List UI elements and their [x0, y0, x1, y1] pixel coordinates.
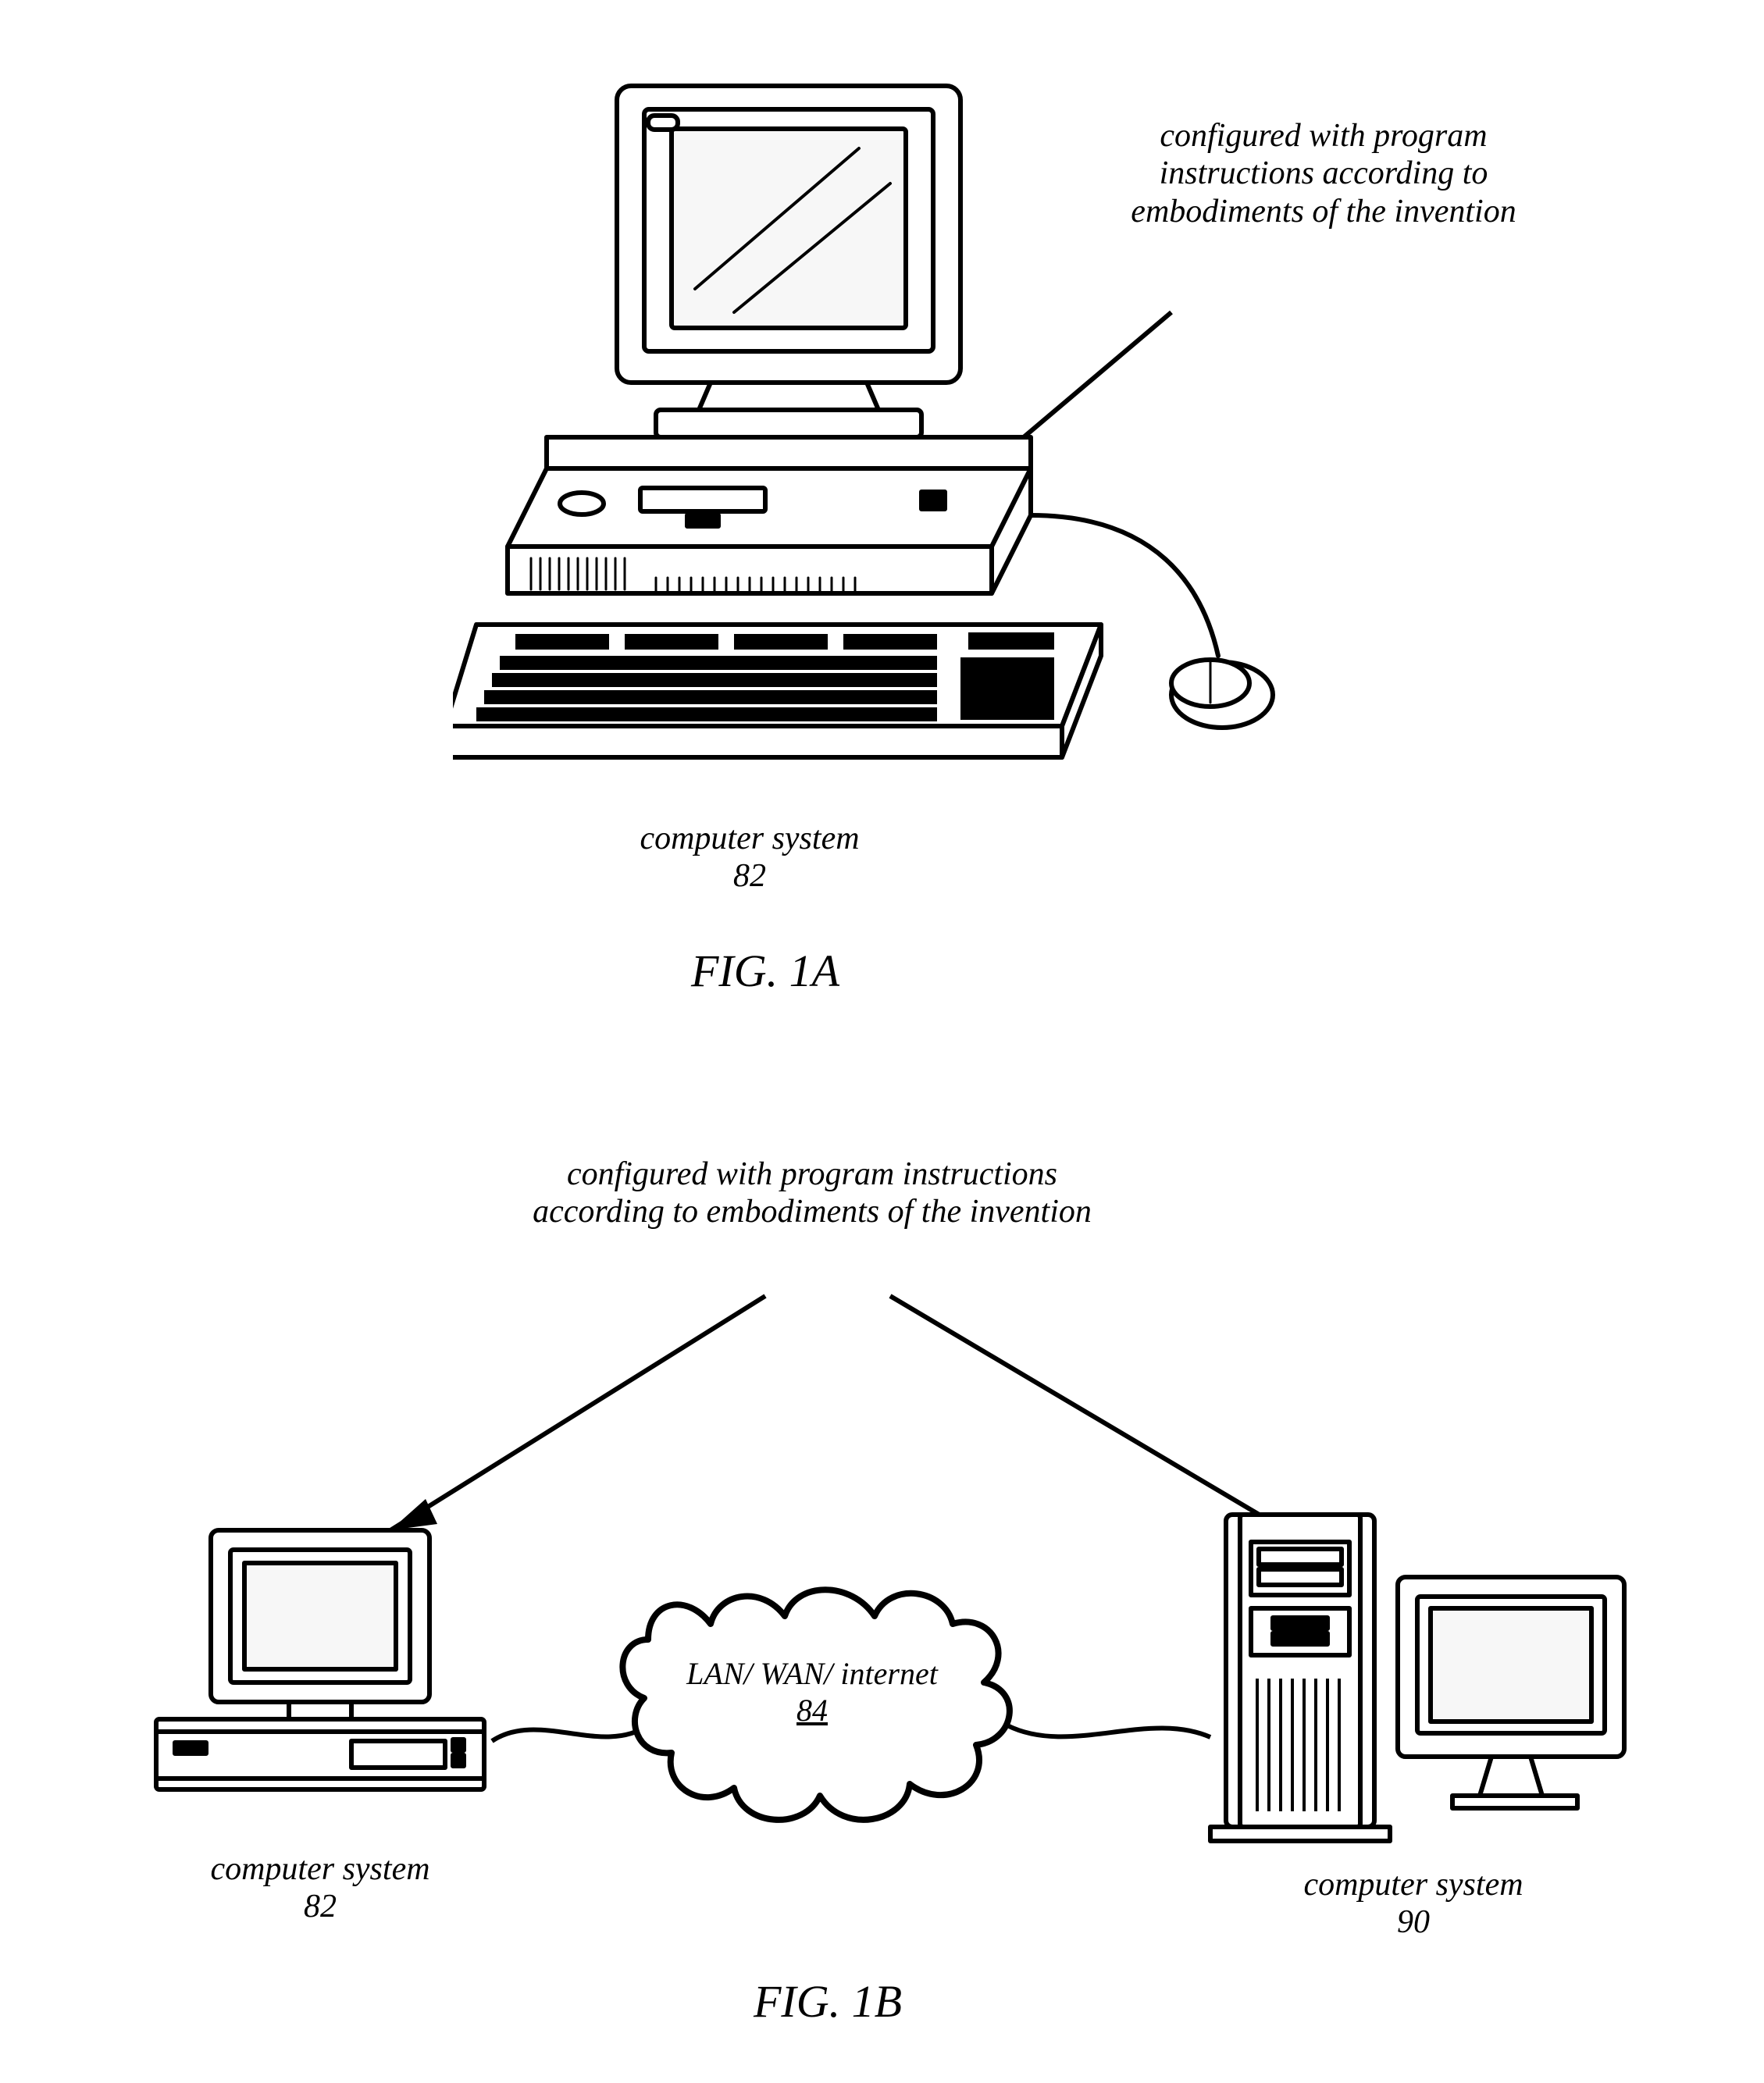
fig1b-left-label: computer system	[164, 1850, 476, 1888]
fig1b-cloud-ref: 84	[648, 1692, 976, 1729]
fig1b-right-cable	[1000, 1702, 1218, 1764]
fig1b-left-ref: 82	[164, 1888, 476, 1925]
fig1b-cloud-text: LAN/ WAN/ internet 84	[648, 1655, 976, 1729]
fig1b-caption: FIG. 1B	[711, 1975, 945, 2028]
fig1a-desktop-computer-icon	[453, 78, 1312, 812]
fig1a-computer-ref: 82	[593, 857, 906, 895]
fig1b-right-ref: 90	[1257, 1903, 1570, 1941]
fig1b-left-label-block: computer system 82	[164, 1850, 476, 1925]
fig1b-right-label-block: computer system 90	[1257, 1866, 1570, 1941]
fig1a-computer-label: computer system	[593, 820, 906, 857]
fig1b-left-computer-icon	[141, 1522, 515, 1835]
fig1b-annotation: configured with program instructions acc…	[531, 1155, 1093, 1231]
fig1b-cloud-line1: LAN/ WAN/ internet	[648, 1655, 976, 1692]
fig1a-caption: FIG. 1A	[648, 945, 882, 997]
fig1b-left-arrow	[344, 1280, 796, 1554]
fig1a-computer-label-block: computer system 82	[593, 820, 906, 895]
fig1b-right-label: computer system	[1257, 1866, 1570, 1903]
fig1b-right-computer-icon	[1203, 1499, 1640, 1858]
